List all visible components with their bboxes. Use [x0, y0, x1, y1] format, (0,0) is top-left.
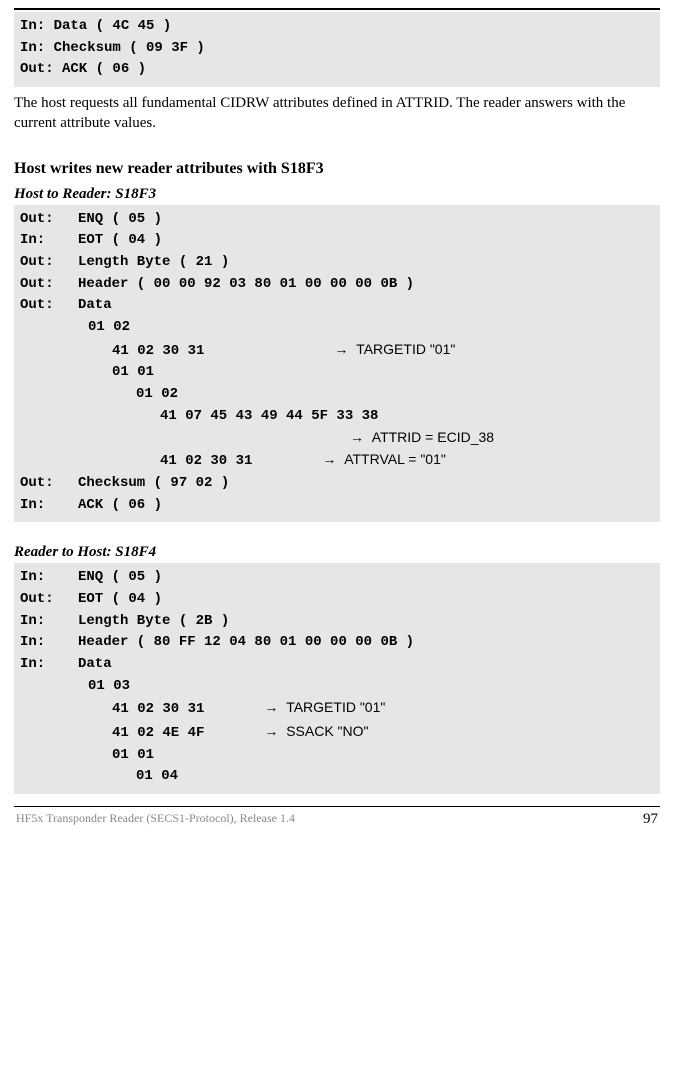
code-line: 41 02 4E 4F — [112, 723, 204, 745]
code-line: In: Checksum ( 09 3F ) — [20, 38, 205, 60]
code-block-1: In: Data ( 4C 45 ) In: Checksum ( 09 3F … — [14, 12, 660, 87]
annotation: → ATTRID = ECID_38 — [350, 427, 494, 449]
arrow-icon: → — [350, 429, 364, 445]
subsection-heading: Host to Reader: S18F3 — [14, 186, 660, 203]
footer: HF5x Transponder Reader (SECS1-Protocol)… — [14, 806, 660, 828]
code-line: Out: ACK ( 06 ) — [20, 59, 146, 81]
code-line: ENQ ( 05 ) — [78, 567, 162, 589]
code-line: Data — [78, 654, 112, 676]
top-rule — [14, 8, 660, 10]
section-heading: Host writes new reader attributes with S… — [14, 160, 660, 178]
dir-label: Out: — [20, 209, 78, 231]
code-block-3: In:ENQ ( 05 ) Out:EOT ( 04 ) In:Length B… — [14, 563, 660, 794]
code-line: Header ( 80 FF 12 04 80 01 00 00 00 0B ) — [78, 632, 414, 654]
code-line: EOT ( 04 ) — [78, 230, 162, 252]
arrow-icon: → — [322, 451, 336, 467]
code-line: 01 02 — [136, 384, 178, 406]
code-line: Length Byte ( 21 ) — [78, 252, 229, 274]
code-line: 01 01 — [112, 362, 154, 384]
code-line: 41 02 30 31 — [112, 341, 204, 363]
dir-label: In: — [20, 611, 78, 633]
dir-label: In: — [20, 567, 78, 589]
dir-label: In: — [20, 632, 78, 654]
arrow-icon: → — [264, 699, 278, 715]
dir-label: Out: — [20, 589, 78, 611]
arrow-icon: → — [264, 723, 278, 739]
dir-label: Out: — [20, 295, 78, 317]
dir-label: Out: — [20, 473, 78, 495]
code-line: 41 02 30 31 — [112, 699, 204, 721]
annotation: → TARGETID "01" — [264, 697, 385, 719]
code-line: 41 07 45 43 49 44 5F 33 38 — [160, 406, 378, 428]
code-block-2: Out:ENQ ( 05 ) In:EOT ( 04 ) Out:Length … — [14, 205, 660, 523]
subsection-heading: Reader to Host: S18F4 — [14, 544, 660, 561]
annotation: → SSACK "NO" — [264, 721, 368, 743]
code-line: 01 03 — [88, 676, 130, 698]
code-line: ENQ ( 05 ) — [78, 209, 162, 231]
code-line: 41 02 30 31 — [160, 451, 252, 473]
arrow-icon: → — [334, 341, 348, 357]
annotation: → ATTRVAL = "01" — [322, 449, 445, 471]
footer-doc-title: HF5x Transponder Reader (SECS1-Protocol)… — [16, 811, 295, 828]
code-line: ACK ( 06 ) — [78, 495, 162, 517]
code-line: Length Byte ( 2B ) — [78, 611, 229, 633]
annotation: → TARGETID "01" — [334, 339, 455, 361]
code-line: Checksum ( 97 02 ) — [78, 473, 229, 495]
code-line: 01 01 — [112, 745, 154, 767]
paragraph: The host requests all fundamental CIDRW … — [14, 93, 660, 134]
code-line: EOT ( 04 ) — [78, 589, 162, 611]
dir-label: Out: — [20, 274, 78, 296]
page-number: 97 — [643, 811, 658, 828]
code-line: 01 04 — [136, 766, 178, 788]
dir-label: Out: — [20, 252, 78, 274]
code-line: 01 02 — [88, 317, 130, 339]
code-line: Header ( 00 00 92 03 80 01 00 00 00 0B ) — [78, 274, 414, 296]
dir-label: In: — [20, 495, 78, 517]
code-line: Data — [78, 295, 112, 317]
dir-label: In: — [20, 230, 78, 252]
dir-label: In: — [20, 654, 78, 676]
code-line: In: Data ( 4C 45 ) — [20, 16, 171, 38]
